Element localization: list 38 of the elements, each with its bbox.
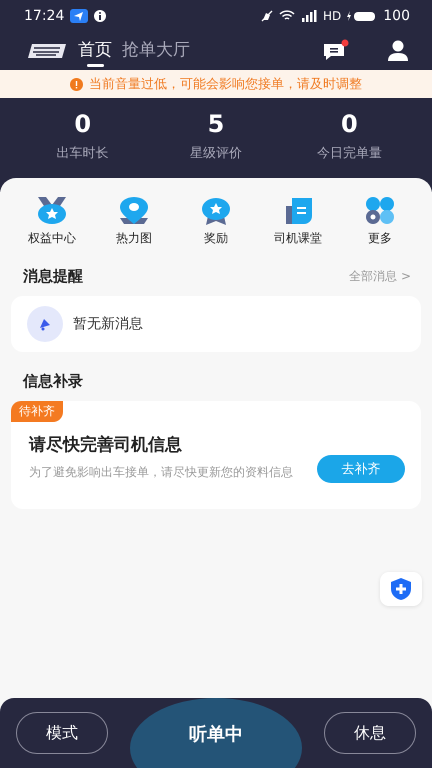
shortcut-button[interactable]: 司机课堂: [263, 196, 333, 247]
shortcut-button[interactable]: 奖励: [181, 196, 251, 247]
info-icon: [94, 10, 106, 22]
stat-label: 今日完单量: [316, 145, 382, 162]
pending-tag: 待补齐: [11, 401, 63, 422]
section-title: 信息补录: [23, 372, 83, 391]
nav-tab[interactable]: 抢单大厅: [122, 34, 190, 68]
shield-icon: [390, 577, 412, 601]
profile-icon[interactable]: [386, 40, 410, 62]
warning-icon: [70, 78, 83, 90]
shortcut-button[interactable]: 权益中心: [17, 196, 87, 247]
stat-value: 0: [340, 110, 358, 138]
shortcut-button[interactable]: 更多: [345, 196, 415, 247]
safety-button[interactable]: [380, 572, 422, 606]
info-description: 为了避免影响出车接单，请尽快更新您的资料信息: [29, 464, 294, 481]
battery-icon: [347, 10, 378, 22]
section-title: 消息提醒: [23, 267, 83, 286]
empty-message-text: 暂无新消息: [73, 315, 143, 333]
network-label: HD: [323, 9, 342, 23]
stat-label: 出车时长: [56, 145, 109, 162]
clock-time: 17:24: [24, 8, 64, 24]
mode-button[interactable]: 模式: [16, 712, 108, 754]
message-icon[interactable]: [322, 39, 350, 63]
stat-label: 星级评价: [190, 145, 242, 162]
info-heading: 请尽快完善司机信息: [29, 434, 183, 456]
wifi-icon: [279, 10, 295, 22]
volume-warning: 当前音量过低，可能会影响您接单，请及时调整: [89, 76, 362, 93]
nav-tab[interactable]: 首页: [78, 34, 112, 68]
stat-value: 0: [74, 110, 92, 138]
signal-icon: [301, 10, 317, 22]
app-logo: [28, 42, 68, 60]
bell-icon: [27, 306, 63, 342]
shortcut-button[interactable]: 热力图: [99, 196, 169, 247]
rest-button[interactable]: 休息: [324, 712, 416, 754]
muted-bell-icon: [261, 10, 273, 22]
battery-level: 100: [383, 8, 410, 24]
stat-value: 5: [208, 110, 224, 138]
listening-button[interactable]: 听单中: [130, 698, 302, 768]
